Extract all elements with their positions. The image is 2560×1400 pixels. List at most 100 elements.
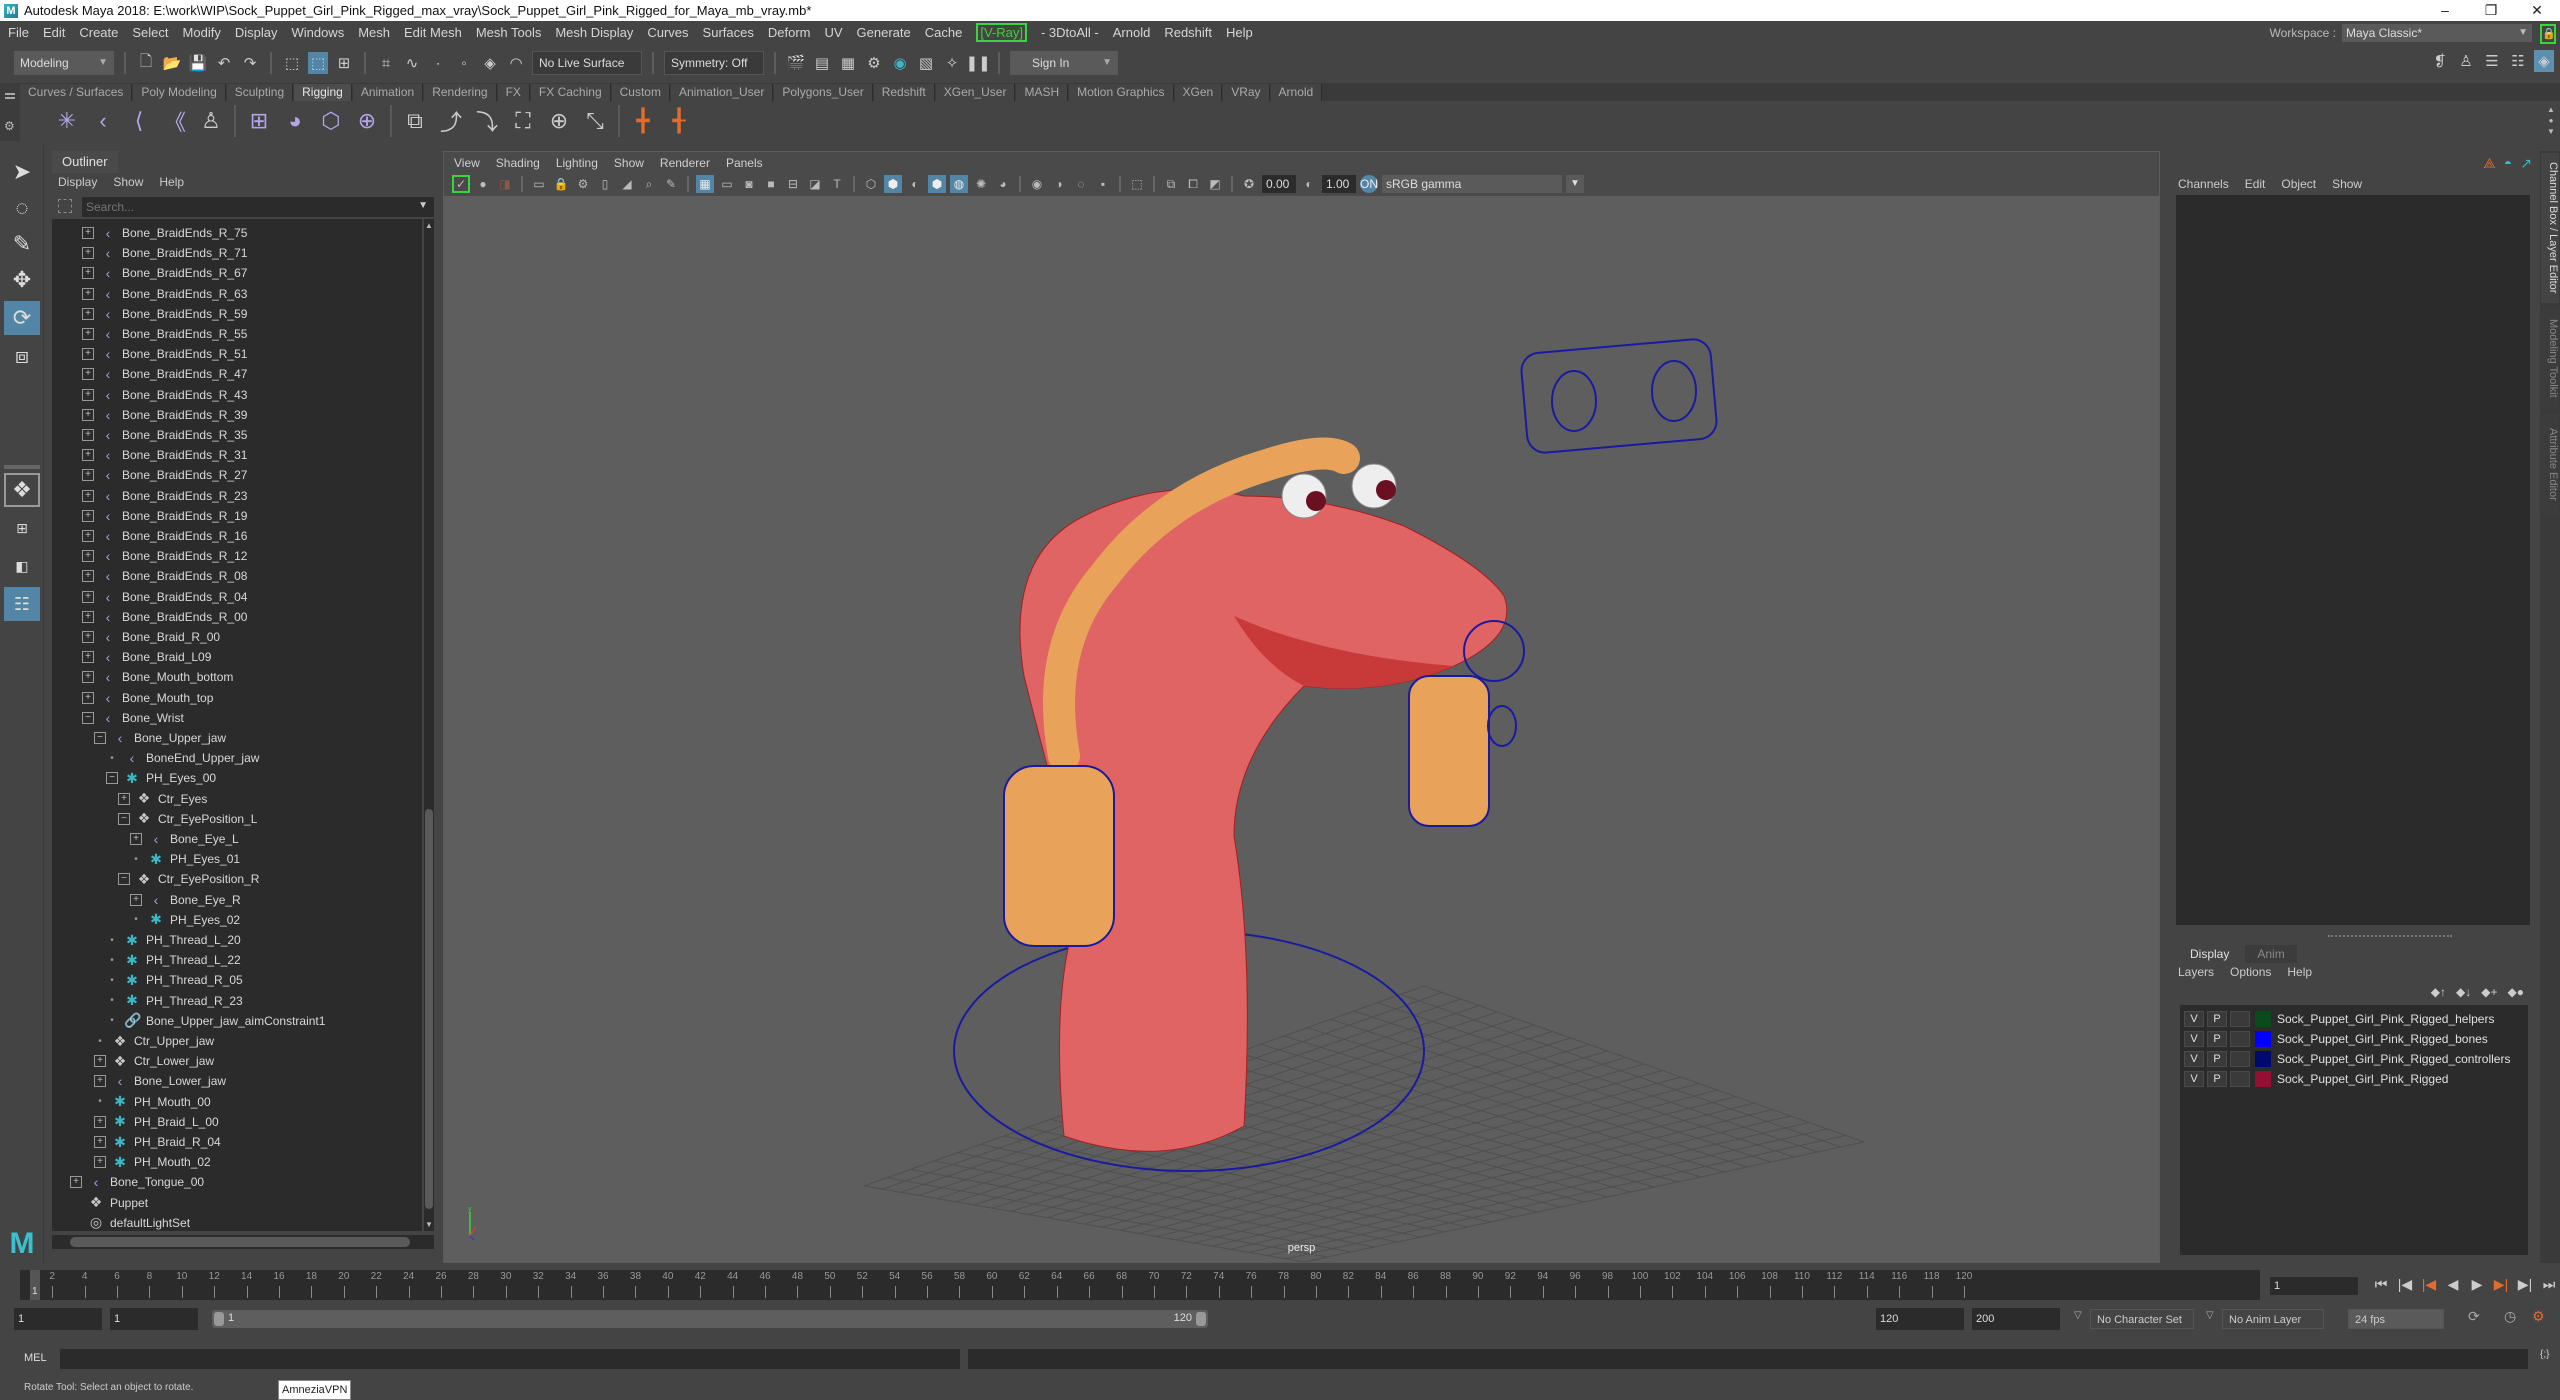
step-back-key-icon[interactable]: |◀ — [2396, 1276, 2414, 1293]
menu-arnold[interactable]: Arnold — [1113, 25, 1151, 40]
shelf-gear-icon[interactable]: ⚙ — [4, 119, 15, 133]
outliner-item[interactable]: • ❖ Ctr_Upper_jaw — [94, 1031, 214, 1051]
render-view-icon[interactable]: 🎬 — [786, 52, 806, 74]
visibility-toggle[interactable]: V — [2184, 1031, 2204, 1047]
filter-icon[interactable] — [58, 199, 72, 213]
expand-icon[interactable]: + — [82, 489, 94, 502]
outliner-item[interactable]: + ‹ Bone_Tongue_00 — [70, 1172, 204, 1192]
outliner-menu-show[interactable]: Show — [113, 175, 143, 189]
collapse-icon[interactable]: − — [118, 873, 130, 886]
shelf-tab-fx-caching[interactable]: FX Caching — [530, 84, 611, 101]
menu-display[interactable]: Display — [235, 25, 278, 40]
script-editor-icon[interactable]: {;} — [2540, 1349, 2556, 1369]
display-type-toggle[interactable] — [2230, 1011, 2250, 1027]
menu-help[interactable]: Help — [1226, 25, 1253, 40]
default-material-icon[interactable]: ◐ — [906, 175, 924, 193]
menu-uv[interactable]: UV — [824, 25, 842, 40]
expand-icon[interactable]: + — [82, 651, 94, 664]
command-input[interactable] — [60, 1349, 960, 1369]
menu-curves[interactable]: Curves — [647, 25, 688, 40]
viewport-menu-show[interactable]: Show — [614, 156, 644, 170]
menu-mesh-tools[interactable]: Mesh Tools — [476, 25, 542, 40]
use-all-lights-icon[interactable]: ✺ — [972, 175, 990, 193]
layer-row[interactable]: V P Sock_Puppet_Girl_Pink_Rigged — [2184, 1069, 2448, 1089]
expand-icon[interactable]: + — [82, 530, 94, 542]
live-surface-field[interactable]: No Live Surface — [532, 51, 642, 75]
outliner-item[interactable]: ◎ defaultLightSet — [70, 1213, 190, 1231]
pause-render-icon[interactable]: ❚❚ — [965, 52, 990, 74]
expand-icon[interactable]: + — [82, 610, 94, 623]
expand-icon[interactable]: + — [82, 691, 94, 704]
tab-channel-box-layer-editor[interactable]: Channel Box / Layer Editor — [2541, 153, 2559, 303]
gamma-field[interactable]: 1.00 — [1322, 175, 1356, 193]
expand-icon[interactable]: + — [94, 1055, 106, 1068]
menu-edit-mesh[interactable]: Edit Mesh — [404, 25, 462, 40]
viewport-menu-lighting[interactable]: Lighting — [556, 156, 598, 170]
speed-icon[interactable]: ◓ — [2504, 155, 2512, 172]
lock-camera-icon[interactable]: 🔒 — [552, 175, 570, 193]
expand-icon[interactable]: + — [94, 1075, 106, 1088]
display-type-toggle[interactable] — [2230, 1071, 2250, 1087]
gamma-icon[interactable]: ◐ — [1300, 175, 1318, 193]
outliner-item[interactable]: + ‹ Bone_BraidEnds_R_43 — [82, 385, 247, 405]
script-language-toggle[interactable]: MEL — [24, 1352, 47, 1364]
orient-constraint-icon[interactable]: ⤵ — [474, 106, 500, 136]
parent-constraint-icon[interactable]: ⧉ — [402, 106, 428, 136]
manipulator-icon[interactable]: ⟁ — [2483, 155, 2496, 172]
playback-toggle[interactable]: P — [2207, 1071, 2227, 1087]
tab-attribute-editor[interactable]: Attribute Editor — [2541, 413, 2559, 515]
layer-tab-display[interactable]: Display — [2178, 945, 2242, 963]
outliner-item[interactable]: • ‹ BoneEnd_Upper_jaw — [106, 748, 259, 768]
select-component-icon[interactable]: ⊞ — [334, 52, 354, 74]
loop-icon[interactable]: ⟳ — [2468, 1308, 2480, 1325]
bookmark-icon[interactable]: ▯ — [596, 175, 614, 193]
outliner-item[interactable]: + ‹ Bone_BraidEnds_R_71 — [82, 243, 247, 263]
menu-v-ray[interactable]: [V-Ray] — [976, 22, 1027, 42]
play-backwards-icon[interactable]: ◀ — [2444, 1276, 2462, 1293]
menu-deform[interactable]: Deform — [768, 25, 811, 40]
hyperbolic-icon[interactable]: ↗ — [2520, 155, 2532, 172]
shelf-tab-poly-modeling[interactable]: Poly Modeling — [133, 84, 226, 101]
shelf-tab-animation[interactable]: Animation — [352, 84, 424, 101]
grease-pencil-icon[interactable]: ✎ — [662, 175, 680, 193]
collapse-icon[interactable]: − — [94, 732, 106, 744]
sign-in-button[interactable]: Sign In — [1010, 51, 1118, 75]
expand-icon[interactable]: + — [82, 287, 94, 300]
shelf-tab-xgen-user[interactable]: XGen_User — [935, 84, 1016, 101]
scale-tool-icon[interactable]: ⧈ — [4, 339, 40, 373]
shelf-scroll[interactable]: ▲ ● ▼ — [2546, 104, 2556, 138]
hypershade-icon[interactable]: ◉ — [890, 52, 910, 74]
channel-box-menu-show[interactable]: Show — [2332, 177, 2362, 191]
outliner-search-input[interactable] — [82, 197, 434, 217]
safe-action-icon[interactable]: ◪ — [806, 175, 824, 193]
play-forwards-icon[interactable]: ▶ — [2468, 1276, 2486, 1293]
menu-windows[interactable]: Windows — [291, 25, 344, 40]
prev-key-icon[interactable]: |◀ — [2420, 1276, 2438, 1293]
xray-active-icon[interactable]: ⧠ — [1184, 175, 1202, 193]
playback-start-field[interactable]: 1 — [110, 1308, 198, 1330]
expand-icon[interactable]: + — [82, 469, 94, 482]
splitter-handle[interactable] — [2328, 935, 2452, 937]
scroll-thumb[interactable] — [425, 809, 433, 1209]
smooth-shade-icon[interactable]: ⬢ — [884, 175, 902, 193]
minimize-button[interactable]: – — [2422, 0, 2468, 21]
go-to-end-icon[interactable]: ⏭ — [2540, 1276, 2558, 1293]
shelf-tab-custom[interactable]: Custom — [611, 84, 670, 101]
expand-icon[interactable]: + — [118, 792, 130, 805]
vray-toggle-icon[interactable]: ✓ — [452, 175, 470, 193]
ik-handle-icon[interactable]: ‹ — [90, 106, 116, 136]
snap-view-plane-icon[interactable]: ◦ — [454, 52, 474, 74]
move-tool-icon[interactable]: ✥ — [4, 263, 40, 297]
backface-culling-icon[interactable]: ◩ — [1206, 175, 1224, 193]
render-setup-icon[interactable]: ▧ — [916, 52, 936, 74]
expand-icon[interactable]: + — [82, 388, 94, 401]
layer-row[interactable]: V P Sock_Puppet_Girl_Pink_Rigged_bones — [2184, 1029, 2488, 1049]
snap-surface-icon[interactable]: ◈ — [480, 52, 500, 74]
move-layer-down-icon[interactable]: ◆↓ — [2456, 985, 2471, 999]
snap-grid-icon[interactable]: ⌗ — [376, 52, 396, 74]
save-scene-icon[interactable]: 💾 — [188, 52, 208, 74]
motion-blur-icon[interactable]: ◑ — [1050, 175, 1068, 193]
outliner-item[interactable]: + ❖ Ctr_Lower_jaw — [94, 1051, 214, 1071]
scale-constraint-icon[interactable]: ⛶ — [510, 106, 536, 136]
shelf-menu-icon[interactable] — [5, 93, 15, 95]
